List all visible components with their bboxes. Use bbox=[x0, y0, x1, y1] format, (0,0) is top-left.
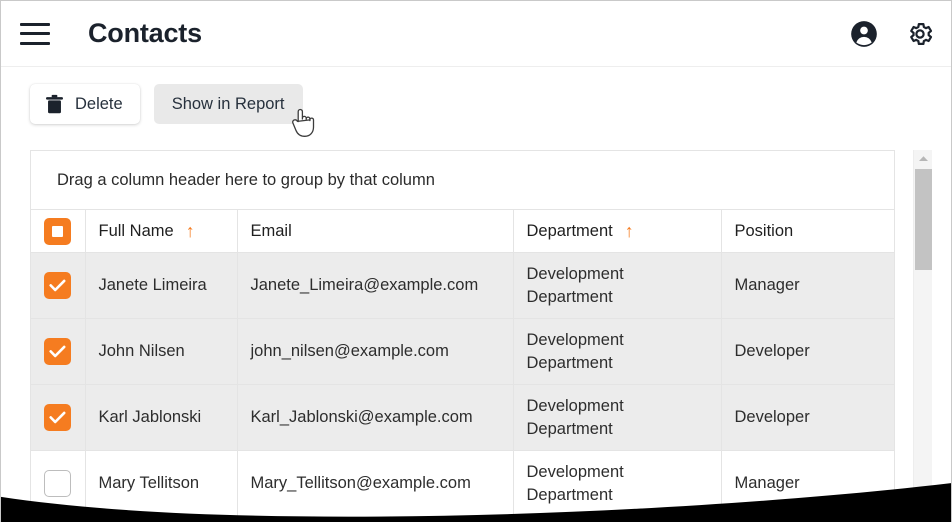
hamburger-menu-icon[interactable] bbox=[20, 22, 50, 45]
cell-text: Development Department bbox=[526, 463, 624, 504]
sort-ascending-icon: ↑ bbox=[185, 221, 195, 241]
table-header-row: Full Name ↑ Email Department ↑ Position bbox=[31, 210, 894, 253]
page-title: Contacts bbox=[88, 18, 202, 48]
cell-text: John Nilsen bbox=[98, 342, 185, 361]
sort-ascending-icon: ↑ bbox=[624, 221, 634, 241]
cell-text: Development Department bbox=[526, 397, 624, 438]
cell-email: Janete_Limeira@example.com bbox=[237, 252, 514, 319]
cell-text: Developer bbox=[734, 408, 810, 427]
cell-department: Development Department bbox=[513, 450, 722, 517]
cell-text: Janete Limeira bbox=[98, 276, 207, 295]
cell-department: Development Department bbox=[513, 318, 722, 385]
indeterminate-square-icon bbox=[52, 225, 64, 237]
delete-button-label: Delete bbox=[75, 94, 123, 113]
show-in-report-label: Show in Report bbox=[171, 94, 285, 113]
row-select-cell bbox=[31, 318, 86, 385]
scroll-up-arrow-icon[interactable] bbox=[914, 150, 932, 167]
table-row[interactable]: Mary Tellitson Mary_Tellitson@example.co… bbox=[31, 450, 894, 517]
cell-full-name: Mary Tellitson bbox=[85, 450, 238, 517]
column-header-position[interactable]: Position bbox=[721, 210, 894, 253]
select-all-checkbox[interactable] bbox=[44, 217, 72, 245]
cell-full-name: John Nilsen bbox=[85, 318, 238, 385]
cell-text: Development Department bbox=[526, 265, 624, 306]
column-header-label: Email bbox=[250, 221, 292, 240]
cell-text: Karl_Jablonski@example.com bbox=[250, 408, 473, 427]
row-checkbox[interactable] bbox=[44, 404, 72, 431]
table-header: Full Name ↑ Email Department ↑ Position bbox=[31, 210, 894, 253]
contacts-table: Full Name ↑ Email Department ↑ Position … bbox=[31, 210, 894, 517]
cell-text: Developer bbox=[734, 342, 810, 361]
row-select-cell bbox=[31, 384, 86, 451]
column-header-label: Full Name bbox=[98, 221, 174, 240]
data-grid-panel: Drag a column header here to group by th… bbox=[30, 150, 895, 518]
group-by-drop-area[interactable]: Drag a column header here to group by th… bbox=[31, 151, 894, 210]
cell-text: Karl Jablonski bbox=[98, 408, 202, 427]
titlebar-actions bbox=[849, 1, 935, 67]
delete-button[interactable]: Delete bbox=[30, 84, 140, 124]
cell-email: Mary_Tellitson@example.com bbox=[237, 450, 514, 517]
table-body: Janete Limeira Janete_Limeira@example.co… bbox=[31, 252, 894, 517]
cell-text: john_nilsen@example.com bbox=[250, 342, 449, 361]
cell-text: Development Department bbox=[526, 331, 624, 372]
cell-text: Janete_Limeira@example.com bbox=[250, 276, 479, 295]
cell-full-name: Janete Limeira bbox=[85, 252, 238, 319]
show-in-report-button[interactable]: Show in Report bbox=[153, 84, 303, 124]
cell-department: Development Department bbox=[513, 252, 722, 319]
cell-text: Manager bbox=[734, 474, 800, 493]
action-toolbar: Delete Show in Report bbox=[1, 68, 951, 140]
table-row[interactable]: Janete Limeira Janete_Limeira@example.co… bbox=[31, 252, 894, 319]
trash-icon bbox=[45, 94, 64, 115]
cell-email: john_nilsen@example.com bbox=[237, 318, 514, 385]
hamburger-bar bbox=[20, 41, 50, 45]
cell-position: Developer bbox=[721, 384, 894, 451]
cell-text: Mary Tellitson bbox=[98, 474, 200, 493]
cell-position: Manager bbox=[721, 252, 894, 319]
hamburger-bar bbox=[20, 22, 50, 26]
table-row[interactable]: John Nilsen john_nilsen@example.com Deve… bbox=[31, 318, 894, 385]
cell-email: Karl_Jablonski@example.com bbox=[237, 384, 514, 451]
row-checkbox[interactable] bbox=[44, 338, 72, 365]
cell-department: Development Department bbox=[513, 384, 722, 451]
table-row[interactable]: Karl Jablonski Karl_Jablonski@example.co… bbox=[31, 384, 894, 451]
app-titlebar: Contacts bbox=[1, 1, 951, 67]
gear-icon[interactable] bbox=[905, 19, 935, 49]
scrollbar-thumb[interactable] bbox=[915, 169, 932, 270]
column-header-email[interactable]: Email bbox=[237, 210, 514, 253]
row-checkbox[interactable] bbox=[44, 272, 72, 299]
account-circle-icon[interactable] bbox=[849, 19, 879, 49]
column-header-label: Position bbox=[734, 221, 794, 240]
row-select-cell bbox=[31, 252, 86, 319]
cell-full-name: Karl Jablonski bbox=[85, 384, 238, 451]
cell-position: Manager bbox=[721, 450, 894, 517]
app-window: Contacts Delete Show in Report Drag a co… bbox=[0, 0, 952, 522]
cell-position: Developer bbox=[721, 318, 894, 385]
row-checkbox[interactable] bbox=[44, 470, 72, 497]
hamburger-bar bbox=[20, 32, 50, 35]
cell-text: Manager bbox=[734, 276, 800, 295]
select-all-header-cell bbox=[31, 210, 86, 253]
column-header-full-name[interactable]: Full Name ↑ bbox=[85, 210, 238, 253]
vertical-scrollbar[interactable] bbox=[913, 150, 932, 522]
column-header-department[interactable]: Department ↑ bbox=[513, 210, 722, 253]
column-header-label: Department bbox=[526, 221, 613, 240]
row-select-cell bbox=[31, 450, 86, 517]
cell-text: Mary_Tellitson@example.com bbox=[250, 474, 471, 493]
